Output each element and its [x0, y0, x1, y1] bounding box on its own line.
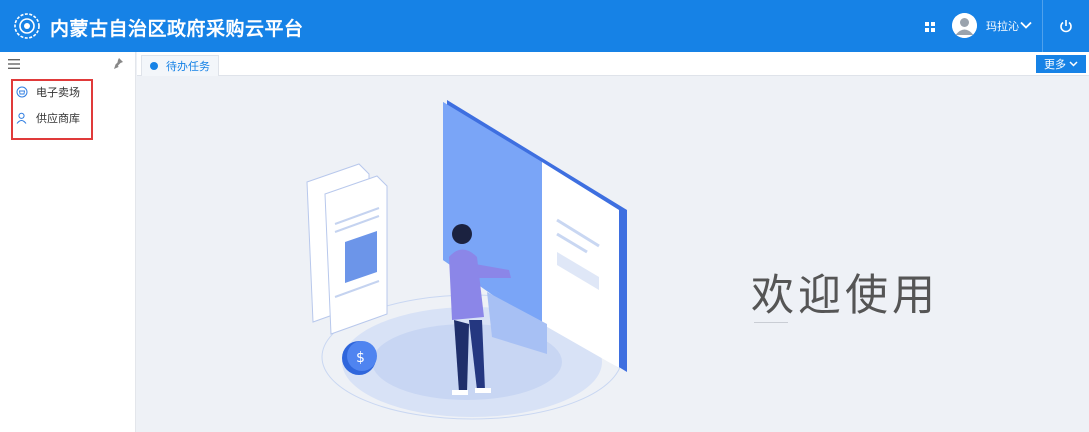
apps-grid-icon[interactable] [925, 22, 937, 32]
tab-pending-tasks[interactable]: 待办任务 [141, 55, 219, 76]
welcome-underline [754, 322, 788, 323]
user-name[interactable]: 玛拉沁 [986, 18, 1019, 34]
power-icon[interactable] [1059, 19, 1073, 33]
store-icon [16, 86, 28, 98]
platform-logo-icon [14, 13, 40, 39]
header-divider [1042, 0, 1043, 52]
supplier-icon [16, 112, 27, 124]
tab-label: 待办任务 [166, 60, 210, 73]
sidebar-item-electronic-mall[interactable]: 电子卖场 [16, 82, 80, 102]
welcome-illustration: $ [306, 100, 627, 420]
welcome-text: 欢迎使用 [751, 271, 939, 321]
sidebar: 电子卖场 供应商库 [0, 52, 136, 432]
top-header: 内蒙古自治区政府采购云平台 玛拉沁 [0, 0, 1089, 52]
sidebar-item-label: 电子卖场 [36, 86, 80, 99]
tab-bar: 待办任务 [137, 52, 1089, 76]
sidebar-toolbar [0, 52, 136, 76]
tab-active-dot [150, 62, 158, 70]
app-title: 内蒙古自治区政府采购云平台 [50, 18, 304, 40]
more-button[interactable]: 更多 [1036, 55, 1086, 73]
chevron-down-icon [1069, 61, 1078, 67]
more-button-label: 更多 [1044, 58, 1066, 71]
sidebar-item-supplier-library[interactable]: 供应商库 [16, 108, 80, 128]
menu-toggle-icon[interactable] [8, 59, 20, 69]
user-avatar[interactable] [952, 13, 977, 38]
sidebar-item-label: 供应商库 [36, 112, 80, 125]
main-content: $ 欢迎使用 [137, 77, 1089, 432]
dollar-coin-icon: $ [356, 350, 365, 366]
chevron-down-icon[interactable] [1020, 21, 1032, 29]
pin-icon[interactable] [113, 58, 123, 69]
